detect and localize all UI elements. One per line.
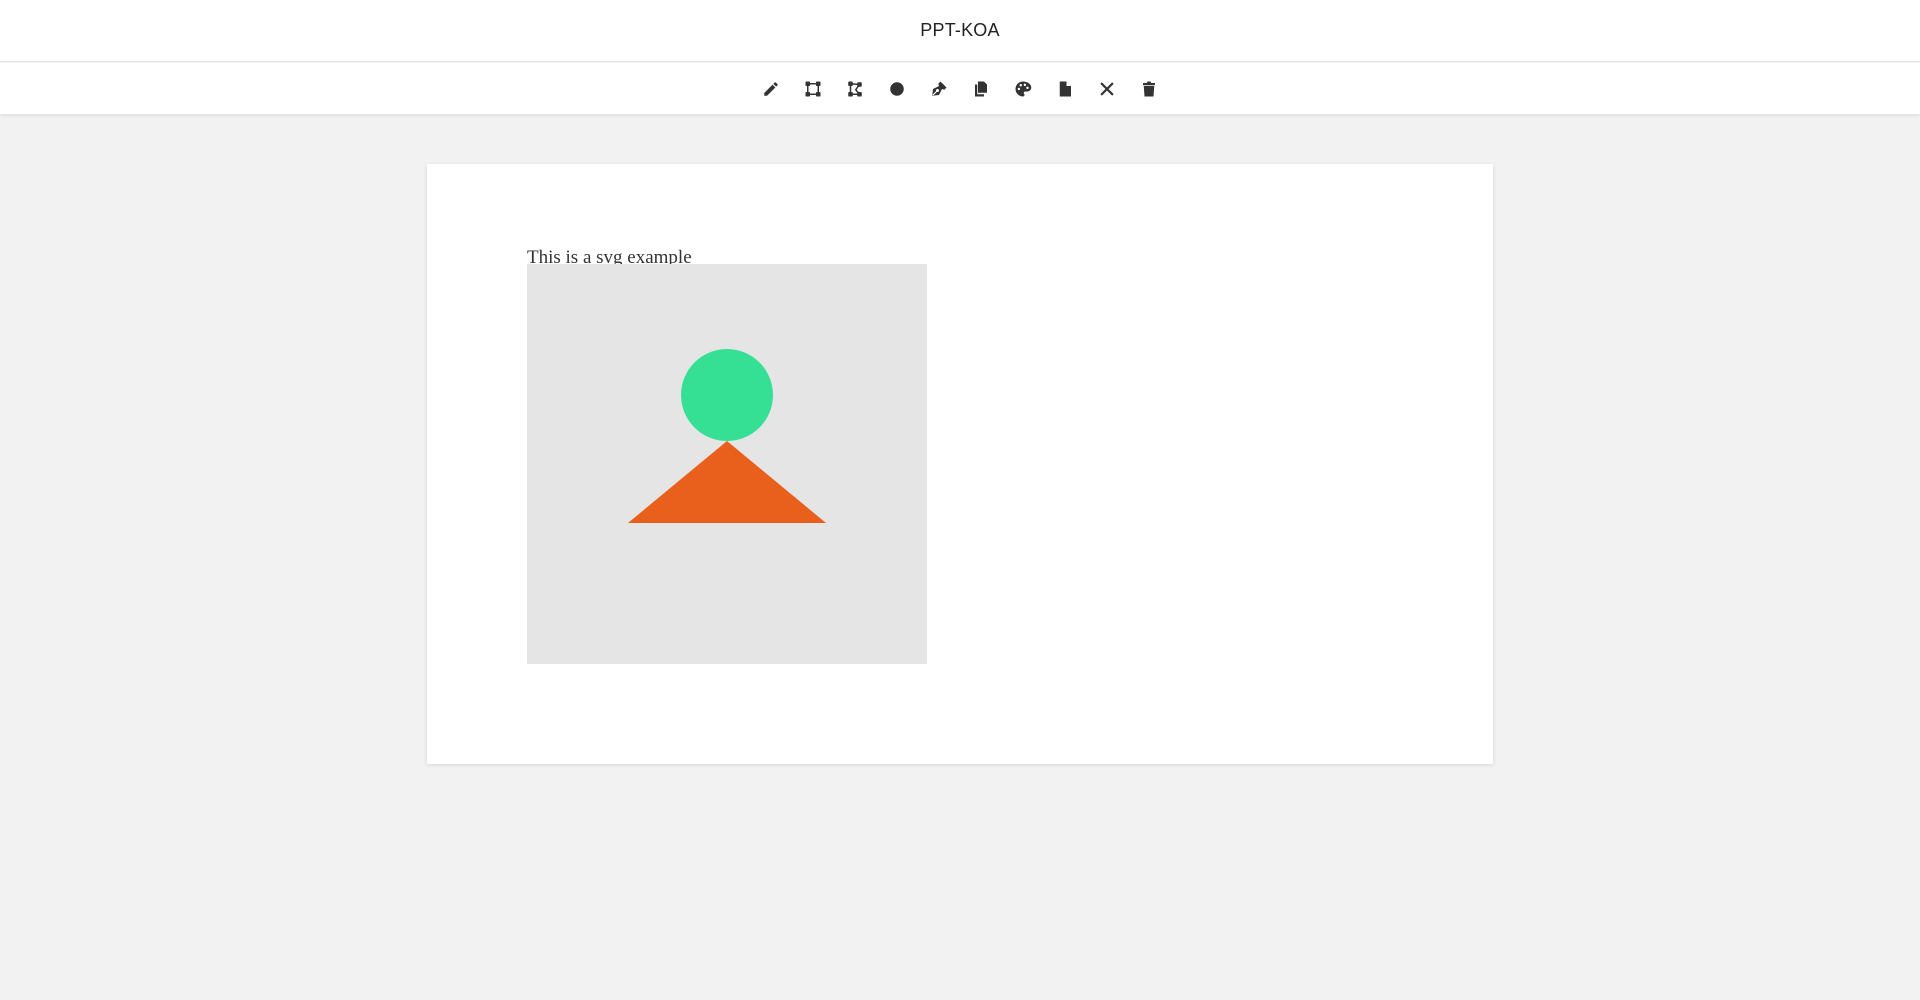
app-title: PPT-KOA [920,20,1000,40]
copy-icon [975,81,987,96]
green-circle-shape[interactable] [681,349,773,441]
toolbar [0,63,1920,114]
slide-canvas[interactable]: This is a svg example [427,164,1493,764]
pen-nib-icon [932,81,947,96]
palette-button[interactable] [1002,68,1044,110]
close-icon [1100,82,1114,95]
new-file-button[interactable] [1044,68,1086,110]
svg-drawing [628,349,826,523]
pencil-icon [764,81,778,96]
pencil-button[interactable] [750,68,792,110]
delete-button[interactable] [1128,68,1170,110]
pen-nib-button[interactable] [918,68,960,110]
vector-square-button[interactable] [792,68,834,110]
trash-icon [1143,81,1155,96]
app-header: PPT-KOA [0,0,1920,62]
draw-polygon-icon [848,81,862,96]
palette-icon [1015,81,1032,96]
draw-polygon-button[interactable] [834,68,876,110]
file-icon [1059,81,1071,96]
svg-element[interactable] [527,264,927,664]
close-button[interactable] [1086,68,1128,110]
circle-icon [890,81,904,96]
copy-button[interactable] [960,68,1002,110]
circle-button[interactable] [876,68,918,110]
vector-square-icon [805,81,821,96]
orange-triangle-shape[interactable] [628,441,826,523]
